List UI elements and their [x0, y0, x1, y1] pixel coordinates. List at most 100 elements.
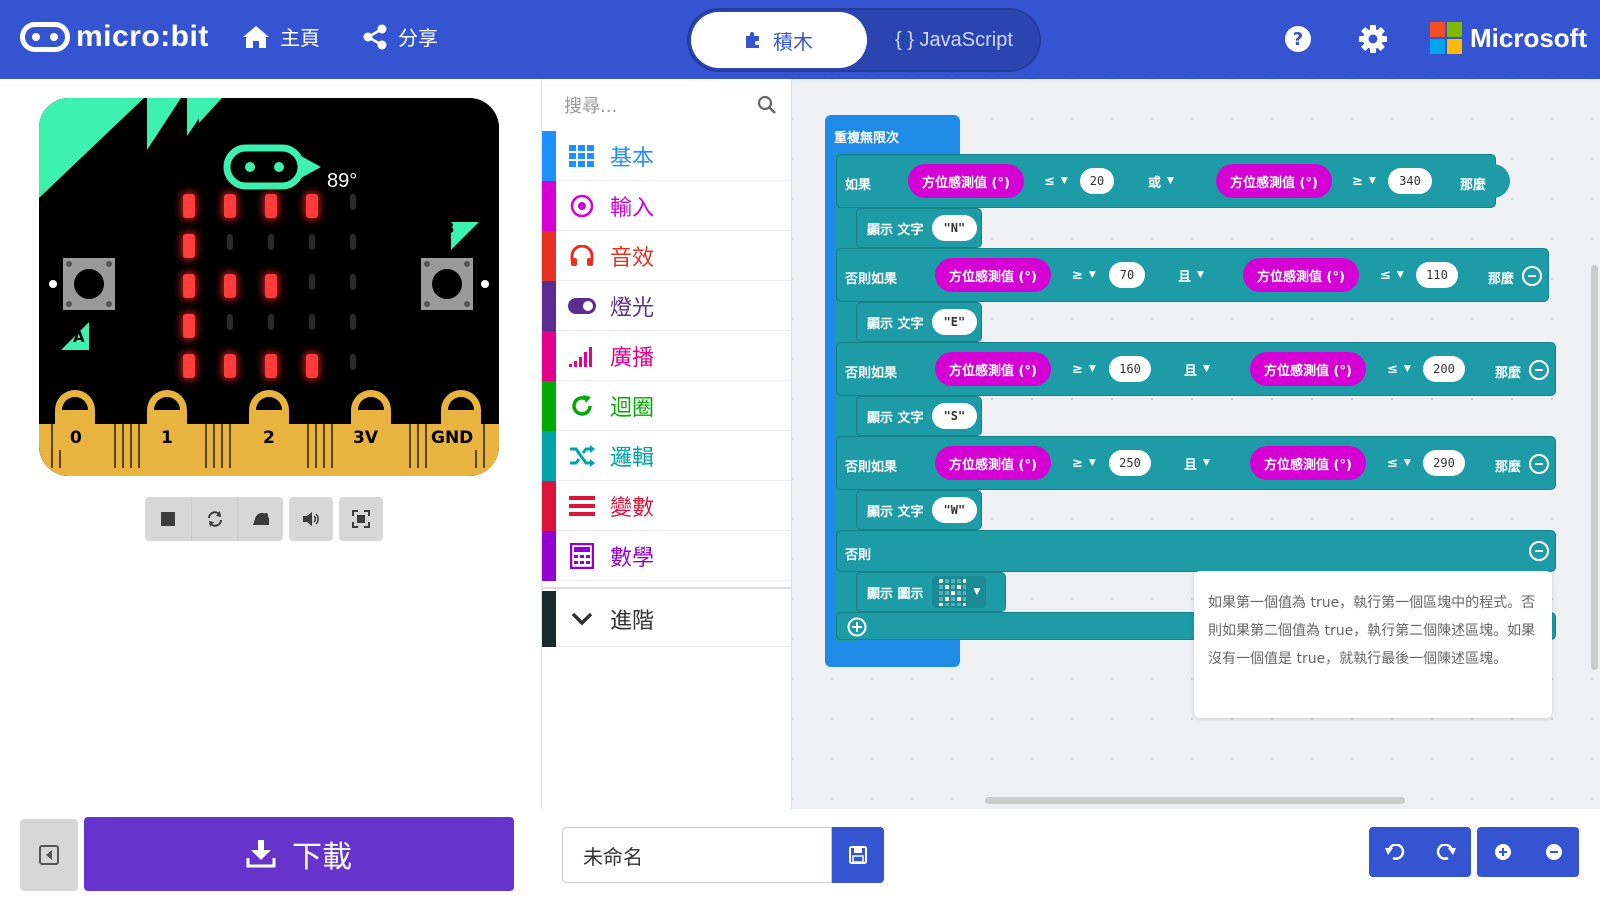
- gear-icon[interactable]: [1358, 24, 1388, 54]
- led: [350, 234, 356, 250]
- zoom-in-button[interactable]: [1477, 827, 1528, 877]
- number-input[interactable]: 20: [1080, 168, 1114, 194]
- number-input[interactable]: 70: [1109, 262, 1145, 288]
- number-input[interactable]: 200: [1423, 356, 1465, 382]
- undo-button[interactable]: [1369, 827, 1420, 877]
- remove-branch-icon[interactable]: [1529, 454, 1549, 474]
- string-input[interactable]: "S": [931, 403, 978, 429]
- compass-reporter[interactable]: 方位感測值 (°): [935, 352, 1051, 386]
- operator-dropdown[interactable]: ≥ ▼: [1342, 169, 1386, 193]
- remove-branch-icon[interactable]: [1529, 541, 1549, 561]
- category-radio[interactable]: 廣播: [542, 330, 793, 381]
- category-logic[interactable]: 邏輯: [542, 430, 793, 481]
- dropdown-arrow-icon: ▼: [1088, 364, 1096, 374]
- elseif-label: 否則如果: [845, 460, 898, 475]
- category-label: 廣播: [610, 345, 655, 371]
- compass-reporter[interactable]: 方位感測值 (°): [935, 258, 1051, 292]
- icon-picker[interactable]: ▼: [931, 576, 987, 608]
- microbit-simulator[interactable]: 89° A B 0 1 2 3V GND: [39, 98, 499, 476]
- category-variables[interactable]: 變數: [542, 480, 793, 531]
- add-branch-icon[interactable]: [847, 617, 867, 637]
- string-input[interactable]: "W": [931, 497, 978, 523]
- operator-dropdown[interactable]: ≥ ▼: [1062, 263, 1106, 287]
- workspace-horizontal-scrollbar[interactable]: [985, 797, 1405, 804]
- home-button[interactable]: 主頁: [242, 22, 320, 51]
- compass-label: 方位感測值 (°): [949, 269, 1037, 285]
- headphones-icon: [568, 242, 596, 270]
- search-input[interactable]: 搜尋...: [564, 92, 617, 118]
- logic-dropdown[interactable]: 且 ▼: [1168, 258, 1214, 292]
- save-button[interactable]: [832, 827, 884, 883]
- led: [306, 194, 318, 218]
- category-advanced[interactable]: 進階: [542, 590, 793, 647]
- led: [265, 194, 277, 218]
- share-button[interactable]: 分享: [362, 22, 438, 51]
- remove-branch-icon[interactable]: [1529, 360, 1549, 380]
- number-input[interactable]: 250: [1109, 450, 1151, 476]
- logic-dropdown[interactable]: 且 ▼: [1174, 352, 1220, 386]
- stop-icon: [161, 512, 175, 526]
- tab-blocks[interactable]: 積木: [691, 12, 867, 68]
- operator-dropdown[interactable]: ≤ ▼: [1034, 169, 1078, 193]
- logic-dropdown[interactable]: 且 ▼: [1174, 446, 1220, 480]
- fullscreen-button[interactable]: [339, 497, 383, 541]
- zoom-out-button[interactable]: [1528, 827, 1579, 877]
- bottom-toolbar: 下載: [0, 809, 1600, 900]
- compass-reporter[interactable]: 方位感測值 (°): [908, 164, 1024, 198]
- number-input[interactable]: 110: [1416, 262, 1458, 288]
- stop-button[interactable]: [145, 497, 191, 541]
- operator-dropdown[interactable]: ≥ ▼: [1062, 357, 1106, 381]
- show-string-block[interactable]: 顯示 文字 "E": [856, 302, 982, 342]
- operator-dropdown[interactable]: ≤ ▼: [1370, 263, 1414, 287]
- category-label: 輸入: [610, 195, 655, 221]
- show-string-block[interactable]: 顯示 文字 "N": [856, 208, 982, 248]
- category-music[interactable]: 音效: [542, 230, 793, 281]
- logic-dropdown[interactable]: 或 ▼: [1138, 164, 1184, 198]
- show-icon-block[interactable]: 顯示 圖示 ▼: [856, 572, 1006, 612]
- remove-branch-icon[interactable]: [1522, 266, 1542, 286]
- dropdown-arrow-icon: ▼: [1197, 270, 1204, 280]
- category-input[interactable]: 輸入: [542, 180, 793, 231]
- compass-reporter[interactable]: 方位感測值 (°): [935, 446, 1051, 480]
- category-math[interactable]: 數學: [542, 530, 793, 581]
- help-icon[interactable]: ?: [1283, 24, 1313, 54]
- tab-javascript[interactable]: { } JavaScript: [869, 12, 1039, 68]
- logic-label: 且: [1184, 457, 1198, 473]
- operator-dropdown[interactable]: ≤ ▼: [1377, 451, 1421, 475]
- mute-button[interactable]: [289, 497, 333, 541]
- microsoft-logo[interactable]: Microsoft: [1430, 22, 1587, 54]
- operator-label: ≥: [1072, 361, 1083, 377]
- microbit-logo[interactable]: micro:bit: [20, 20, 209, 54]
- category-loops[interactable]: 迴圈: [542, 380, 793, 431]
- slowmo-button[interactable]: [237, 497, 283, 541]
- download-icon: [246, 840, 276, 868]
- operator-dropdown[interactable]: ≤ ▼: [1377, 357, 1421, 381]
- compass-reporter[interactable]: 方位感測值 (°): [1250, 352, 1366, 386]
- number-input[interactable]: 160: [1109, 356, 1151, 382]
- show-string-block[interactable]: 顯示 文字 "W": [856, 490, 982, 530]
- dropdown-arrow-icon: ▼: [973, 587, 981, 597]
- operator-dropdown[interactable]: ≥ ▼: [1062, 451, 1106, 475]
- led: [183, 354, 195, 378]
- compass-reporter[interactable]: 方位感測值 (°): [1243, 258, 1359, 292]
- redo-icon: [1436, 844, 1456, 860]
- else-label: 否則: [845, 548, 872, 563]
- restart-button[interactable]: [191, 497, 237, 541]
- compass-reporter[interactable]: 方位感測值 (°): [1216, 164, 1332, 198]
- compass-reporter[interactable]: 方位感測值 (°): [1250, 446, 1366, 480]
- search-icon[interactable]: [757, 95, 777, 115]
- download-button[interactable]: 下載: [84, 817, 514, 891]
- project-name-input[interactable]: [562, 827, 832, 883]
- workspace-vertical-scrollbar[interactable]: [1591, 265, 1598, 670]
- show-string-block[interactable]: 顯示 文字 "S": [856, 396, 982, 436]
- number-input[interactable]: 290: [1423, 450, 1465, 476]
- redo-button[interactable]: [1420, 827, 1471, 877]
- toolbox-search[interactable]: 搜尋...: [542, 79, 793, 131]
- category-led[interactable]: 燈光: [542, 280, 793, 331]
- string-input[interactable]: "N": [931, 215, 978, 241]
- string-input[interactable]: "E": [931, 309, 978, 335]
- category-basic[interactable]: 基本: [542, 130, 793, 181]
- collapse-simulator-button[interactable]: [20, 819, 78, 891]
- number-input[interactable]: 340: [1388, 168, 1432, 194]
- fullscreen-icon: [352, 510, 370, 528]
